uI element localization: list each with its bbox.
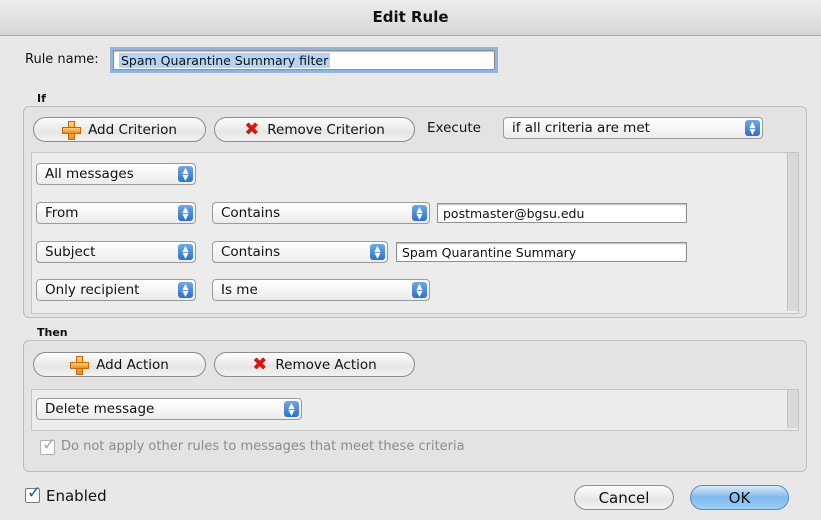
- execute-value: if all criteria are met: [512, 120, 650, 136]
- updown-arrows-icon: ▲ ▼: [370, 244, 385, 260]
- criterion-field-value: Only recipient: [45, 282, 140, 298]
- remove-icon: ✖: [244, 118, 260, 140]
- checkmark-icon: ✓: [42, 435, 57, 455]
- criterion-value-field[interactable]: Spam Quarantine Summary: [396, 242, 687, 262]
- criterion-operator-popup[interactable]: Contains ▲ ▼: [212, 241, 388, 263]
- enabled-label: Enabled: [46, 487, 107, 505]
- remove-criterion-button[interactable]: ✖ Remove Criterion: [214, 117, 415, 142]
- ok-label: OK: [728, 488, 751, 507]
- ok-button[interactable]: OK: [690, 485, 789, 510]
- add-icon: [62, 120, 82, 140]
- criterion-field-popup[interactable]: Only recipient ▲ ▼: [36, 279, 196, 301]
- updown-arrows-icon: ▲ ▼: [745, 120, 760, 136]
- updown-arrows-icon: ▲ ▼: [178, 244, 193, 260]
- checkmark-icon: ✓: [27, 483, 42, 503]
- criterion-field-popup[interactable]: From ▲ ▼: [36, 202, 196, 224]
- criterion-field-popup[interactable]: All messages ▲ ▼: [36, 163, 196, 185]
- updown-arrows-icon: ▲ ▼: [412, 205, 427, 221]
- add-action-button[interactable]: Add Action: [33, 352, 206, 377]
- stop-rules-checkbox[interactable]: ✓: [40, 435, 56, 455]
- add-criterion-label: Add Criterion: [88, 121, 177, 138]
- rule-name-value: Spam Quarantine Summary filter: [119, 53, 331, 68]
- criterion-value-field[interactable]: postmaster@bgsu.edu: [437, 203, 687, 223]
- remove-icon: ✖: [252, 353, 268, 375]
- criterion-field-value: From: [45, 205, 79, 221]
- rule-name-label: Rule name:: [25, 52, 99, 67]
- action-popup[interactable]: Delete message ▲ ▼: [36, 398, 302, 420]
- add-criterion-button[interactable]: Add Criterion: [33, 117, 206, 142]
- execute-popup[interactable]: if all criteria are met ▲ ▼: [503, 117, 763, 139]
- criterion-field-popup[interactable]: Subject ▲ ▼: [36, 241, 196, 263]
- cancel-label: Cancel: [598, 488, 650, 507]
- actions-scrollbar[interactable]: [787, 390, 798, 428]
- cancel-button[interactable]: Cancel: [574, 485, 674, 510]
- execute-label: Execute: [427, 120, 481, 136]
- criteria-scrollbar[interactable]: [787, 153, 798, 311]
- criterion-operator-popup[interactable]: Is me ▲ ▼: [212, 279, 430, 301]
- criterion-operator-value: Is me: [221, 282, 258, 298]
- then-heading: Then: [37, 326, 68, 339]
- criterion-field-value: Subject: [45, 244, 96, 260]
- window-title: Edit Rule: [0, 0, 821, 36]
- remove-action-button[interactable]: ✖ Remove Action: [214, 352, 415, 377]
- updown-arrows-icon: ▲ ▼: [178, 282, 193, 298]
- stop-rules-label: Do not apply other rules to messages tha…: [61, 439, 465, 454]
- enabled-checkbox[interactable]: ✓: [25, 483, 41, 503]
- updown-arrows-icon: ▲ ▼: [178, 166, 193, 182]
- add-action-label: Add Action: [96, 356, 169, 373]
- if-heading: If: [37, 92, 46, 105]
- criterion-field-value: All messages: [45, 166, 134, 182]
- criterion-operator-value: Contains: [221, 205, 281, 221]
- criterion-operator-popup[interactable]: Contains ▲ ▼: [212, 202, 430, 224]
- remove-action-label: Remove Action: [275, 356, 377, 373]
- updown-arrows-icon: ▲ ▼: [284, 401, 299, 417]
- add-icon: [70, 355, 90, 375]
- remove-criterion-label: Remove Criterion: [267, 121, 385, 138]
- criterion-operator-value: Contains: [221, 244, 281, 260]
- rule-name-field[interactable]: Spam Quarantine Summary filter: [110, 47, 498, 73]
- updown-arrows-icon: ▲ ▼: [178, 205, 193, 221]
- updown-arrows-icon: ▲ ▼: [412, 282, 427, 298]
- action-value: Delete message: [45, 401, 155, 417]
